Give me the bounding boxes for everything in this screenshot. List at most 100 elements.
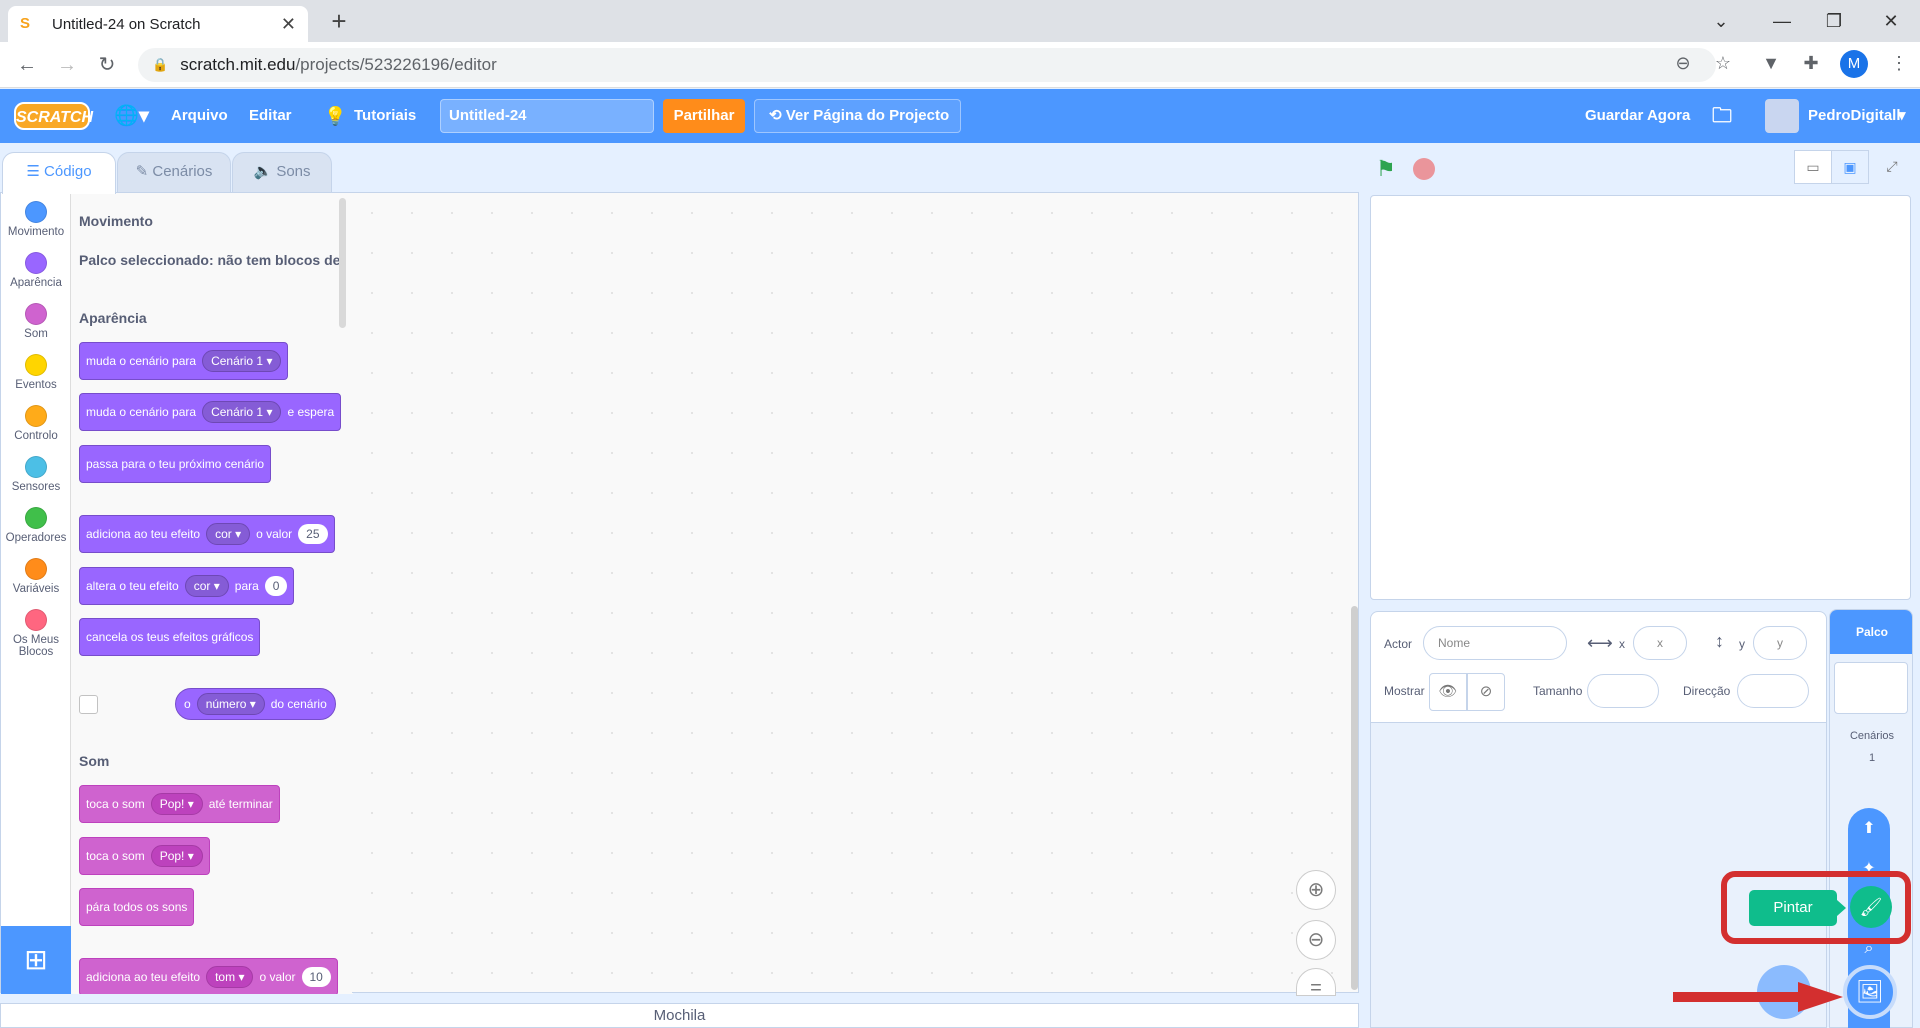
back-icon[interactable]: ← (12, 50, 42, 80)
username-menu[interactable]: PedroDigitall (1808, 89, 1901, 143)
backpack-bar[interactable]: Mochila (0, 1003, 1359, 1028)
sound-effect-dropdown[interactable]: tom ▾ (206, 966, 254, 988)
edit-menu[interactable]: Editar (249, 89, 292, 143)
backdrop-dropdown[interactable]: Cenário 1 ▾ (202, 350, 282, 372)
horizontal-arrows-icon: ⟷ (1587, 633, 1613, 653)
tutorials-menu[interactable]: Tutoriais (354, 89, 416, 143)
bookmark-star-icon[interactable]: ☆ (1708, 48, 1738, 78)
code-workspace[interactable] (352, 192, 1359, 993)
new-tab-icon[interactable]: + (324, 6, 354, 36)
hide-eye-icon[interactable]: ⊘ (1467, 673, 1505, 711)
sensing-dot-icon (25, 456, 47, 478)
backdrop-dropdown[interactable]: Cenário 1 ▾ (202, 401, 282, 423)
close-window-icon[interactable]: ✕ (1874, 6, 1908, 36)
small-stage-icon[interactable]: ▭ (1794, 150, 1832, 184)
my-stuff-folder-icon[interactable]: 🗀 (1712, 89, 1732, 143)
tab-backdrops[interactable]: ✎ Cenários (117, 152, 231, 192)
url-path: /projects/523226196/editor (295, 55, 497, 74)
effect-dropdown[interactable]: cor ▾ (206, 523, 251, 545)
see-project-page-button[interactable]: ⟲ Ver Página do Projecto (754, 99, 961, 133)
url-input[interactable]: 🔒 scratch.mit.edu/projects/523226196/edi… (138, 48, 1716, 82)
paintbrush-icon: 🖌 (1859, 897, 1883, 917)
paint-backdrop-button[interactable]: 🖌 (1850, 886, 1892, 928)
upload-backdrop-icon[interactable]: ⬆ (1848, 808, 1890, 850)
tab-search-icon[interactable]: ⌄ (1704, 6, 1738, 36)
language-globe-icon[interactable]: 🌐▾ (114, 89, 149, 143)
share-button[interactable]: Partilhar (663, 99, 745, 133)
stop-icon[interactable] (1413, 158, 1435, 180)
block-switch-backdrop-wait[interactable]: muda o cenário para Cenário 1 ▾ e espera (79, 393, 342, 431)
palette-scrollbar[interactable] (339, 198, 346, 328)
save-now-button[interactable]: Guardar Agora (1585, 89, 1690, 143)
stage-canvas[interactable] (1370, 195, 1911, 600)
block-change-effect[interactable]: adiciona ao teu efeito cor ▾ o valor 25 (79, 515, 335, 553)
x-input[interactable]: x (1633, 626, 1687, 660)
large-stage-icon[interactable]: ▣ (1831, 150, 1869, 184)
y-input[interactable]: y (1753, 626, 1807, 660)
effect-dropdown[interactable]: cor ▾ (184, 575, 229, 597)
scratch-logo[interactable]: SCRATCH (14, 102, 93, 130)
block-text: toca o som (86, 849, 145, 863)
see-project-label: Ver Página do Projecto (785, 107, 950, 124)
puzzle-extensions-icon[interactable]: ✚ (1796, 48, 1826, 78)
extension-icon[interactable]: ▼ (1756, 48, 1786, 78)
forward-icon[interactable]: → (52, 50, 82, 80)
sprite-name-input[interactable]: Nome (1423, 626, 1567, 660)
category-sound[interactable]: Som (1, 303, 71, 340)
number-name-dropdown[interactable]: número ▾ (196, 693, 265, 715)
account-chevron-down-icon[interactable]: ▾ (1898, 89, 1906, 143)
user-avatar[interactable] (1765, 99, 1799, 133)
minimize-icon[interactable]: — (1765, 6, 1799, 36)
file-menu[interactable]: Arquivo (171, 89, 228, 143)
block-palette: Movimento Aparência Som Eventos Controlo… (0, 192, 353, 994)
category-operators[interactable]: Operadores (1, 507, 71, 544)
dropdown-value: tom (215, 970, 236, 984)
block-change-sound-effect[interactable]: adiciona ao teu efeito tom ▾ o valor 10 (79, 958, 338, 994)
category-motion[interactable]: Movimento (1, 201, 71, 238)
block-stop-all-sounds[interactable]: pára todos os sons (79, 888, 195, 926)
number-input[interactable]: 25 (298, 524, 328, 544)
project-title-input[interactable]: Untitled-24 (440, 99, 654, 133)
category-events[interactable]: Eventos (1, 354, 71, 391)
zoom-in-icon[interactable]: ⊕ (1296, 870, 1336, 910)
monitor-checkbox[interactable] (79, 695, 98, 714)
code-icon: ☰ (26, 163, 45, 180)
direction-input[interactable] (1737, 674, 1809, 708)
show-eye-icon[interactable]: 👁 (1429, 673, 1467, 711)
block-next-backdrop[interactable]: passa para o teu próximo cenário (79, 445, 272, 483)
browser-tab[interactable]: S Untitled-24 on Scratch ✕ (8, 6, 308, 42)
category-my-blocks[interactable]: Os Meus Blocos (1, 609, 71, 658)
zoom-out-icon[interactable]: ⊖ (1296, 920, 1336, 960)
add-extension-button[interactable]: ⊞ (1, 926, 71, 994)
block-start-sound[interactable]: toca o som Pop! ▾ (79, 837, 210, 875)
block-clear-effects[interactable]: cancela os teus efeitos gráficos (79, 618, 261, 656)
my-blocks-dot-icon (25, 609, 47, 631)
block-backdrop-number-reporter[interactable]: o número ▾ do cenário (175, 688, 336, 720)
block-switch-backdrop[interactable]: muda o cenário para Cenário 1 ▾ (79, 342, 289, 380)
tab-code[interactable]: ☰ Código (2, 152, 116, 194)
fullscreen-icon[interactable]: ⤢ (1873, 150, 1911, 184)
tab-sounds[interactable]: 🔈 Sons (232, 152, 332, 192)
choose-backdrop-button[interactable]: 🖼 (1843, 965, 1897, 1019)
number-input[interactable]: 10 (301, 967, 331, 987)
maximize-icon[interactable]: ❐ (1817, 6, 1851, 36)
category-variables[interactable]: Variáveis (1, 558, 71, 595)
size-input[interactable] (1587, 674, 1659, 708)
sprite-label: Actor (1384, 637, 1413, 651)
category-control[interactable]: Controlo (1, 405, 71, 442)
category-sensing[interactable]: Sensores (1, 456, 71, 493)
number-input[interactable]: 0 (264, 576, 288, 596)
x-label: x (1619, 637, 1625, 651)
green-flag-icon[interactable]: ⚑ (1376, 156, 1396, 182)
category-looks[interactable]: Aparência (1, 252, 71, 289)
block-play-sound-until-done[interactable]: toca o som Pop! ▾ até terminar (79, 785, 280, 823)
sound-dropdown[interactable]: Pop! ▾ (150, 793, 203, 815)
reload-icon[interactable]: ↻ (92, 50, 122, 80)
workspace-scrollbar[interactable] (1351, 606, 1358, 990)
sound-dropdown[interactable]: Pop! ▾ (150, 845, 203, 867)
block-set-effect[interactable]: altera o teu efeito cor ▾ para 0 (79, 567, 295, 605)
chrome-menu-icon[interactable]: ⋮ (1884, 48, 1914, 78)
profile-avatar[interactable]: M (1840, 50, 1868, 78)
zoom-icon[interactable]: ⊖ (1668, 48, 1698, 78)
close-tab-icon[interactable]: ✕ (281, 14, 296, 35)
